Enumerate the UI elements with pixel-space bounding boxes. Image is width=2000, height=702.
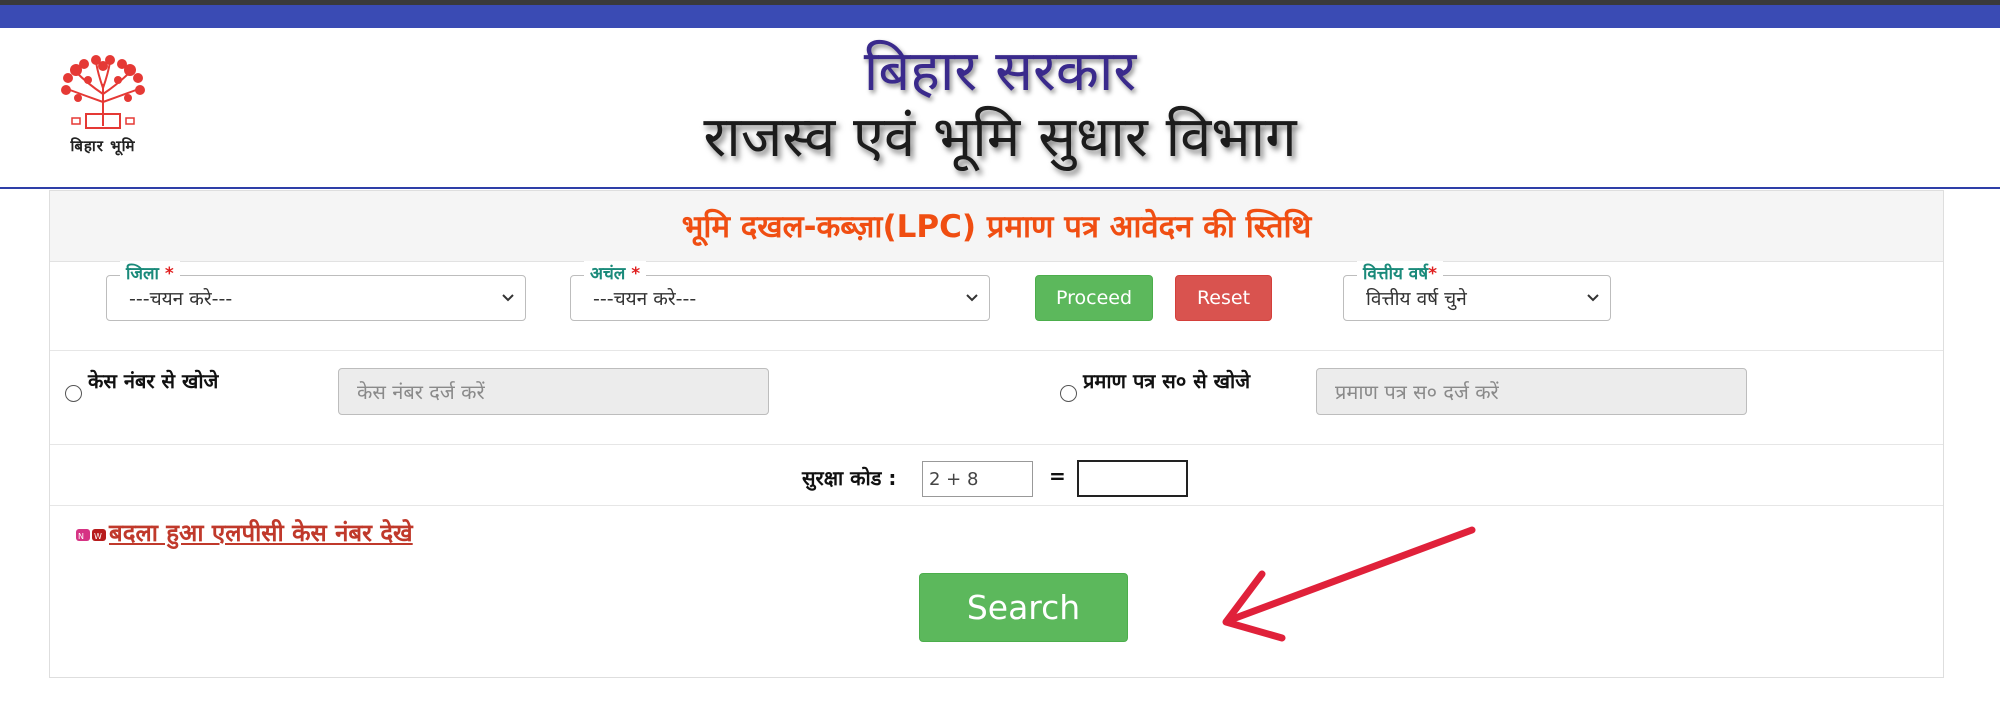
form-header: भूमि दखल-कब्ज़ा(LPC) प्रमाण पत्र आवेदन क… [50, 191, 1943, 262]
changed-lpc-case-link[interactable]: बदला हुआ एलपीसी केस नंबर देखे [109, 516, 413, 549]
red-arrow-annotation-icon [1222, 526, 1476, 642]
top-blue-bar [0, 5, 2000, 28]
cert-number-input[interactable]: प्रमाण पत्र स० दर्ज करें [1316, 368, 1747, 415]
district-select-value: ---चयन करे--- [129, 288, 233, 310]
circle-field[interactable]: ---चयन करे--- अचंल * [570, 261, 990, 321]
cert-search-label: प्रमाण पत्र स० से खोजे [1083, 369, 1251, 393]
fin-year-field[interactable]: वित्तीय वर्ष चुने वित्तीय वर्ष* [1343, 261, 1611, 321]
row-divider [50, 350, 1943, 351]
row-divider [50, 444, 1943, 445]
captcha-question: 2 + 8 [922, 461, 1033, 497]
district-label: जिला * [120, 261, 180, 284]
case-search-label: केस नंबर से खोजे [88, 369, 219, 393]
chevron-down-icon [1587, 294, 1599, 302]
fin-year-label: वित्तीय वर्ष* [1357, 261, 1443, 284]
svg-text:N: N [78, 532, 84, 541]
header-divider [0, 187, 2000, 189]
case-search-radio[interactable] [65, 385, 82, 402]
new-badge-icon: N W [76, 529, 106, 541]
captcha-equals: = [1049, 464, 1066, 488]
reset-button[interactable]: Reset [1175, 275, 1272, 321]
captcha-label: सुरक्षा कोड : [802, 466, 897, 490]
fin-year-select-value: वित्तीय वर्ष चुने [1366, 288, 1467, 310]
svg-text:W: W [94, 532, 102, 541]
circle-select-value: ---चयन करे--- [593, 288, 697, 310]
district-field[interactable]: ---चयन करे--- जिला * [106, 261, 526, 321]
search-button[interactable]: Search [919, 573, 1128, 642]
cert-search-radio[interactable] [1060, 385, 1077, 402]
chevron-down-icon [502, 294, 514, 302]
page-subtitle: राजस्व एवं भूमि सुधार विभाग [703, 105, 1297, 170]
captcha-answer-input[interactable] [1077, 460, 1188, 497]
chevron-down-icon [966, 294, 978, 302]
page-title: बिहार सरकार [863, 39, 1137, 104]
row-divider [50, 505, 1943, 506]
case-number-input[interactable]: केस नंबर दर्ज करें [338, 368, 769, 415]
circle-label: अचंल * [584, 261, 647, 284]
form-title: भूमि दखल-कब्ज़ा(LPC) प्रमाण पत्र आवेदन क… [681, 209, 1312, 245]
proceed-button[interactable]: Proceed [1035, 275, 1153, 321]
